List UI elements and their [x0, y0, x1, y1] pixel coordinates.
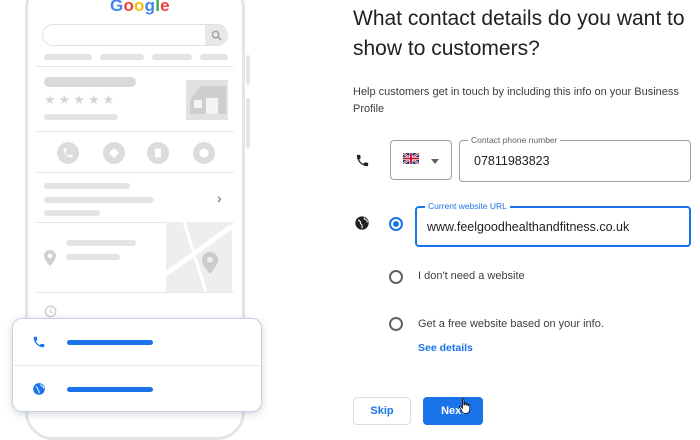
radio-free-website[interactable]: [389, 317, 403, 331]
divider: [36, 66, 234, 67]
dropdown-arrow-icon: [431, 151, 439, 169]
phone-side-button: [246, 98, 250, 148]
hand-cursor-icon: [459, 398, 471, 419]
storefront-icon: [186, 80, 228, 120]
placeholder-bar: [44, 54, 92, 60]
placeholder-bar: [44, 183, 130, 189]
globe-icon: [353, 214, 371, 232]
divider: [36, 172, 234, 173]
phone-number-value: 07811983823: [474, 154, 550, 168]
placeholder-title-bar: [44, 77, 136, 87]
google-logo: Google: [110, 0, 170, 15]
placeholder-bar: [67, 386, 153, 392]
phone-side-button: [246, 55, 250, 85]
placeholder-bar: [44, 210, 100, 216]
country-code-select[interactable]: [390, 140, 452, 180]
website-url-field[interactable]: Current website URL www.feelgoodhealthan…: [415, 200, 691, 247]
card-phone-row: [13, 319, 261, 365]
no-website-label[interactable]: I don't need a website: [418, 270, 525, 282]
placeholder-bar: [100, 54, 144, 60]
uk-flag-icon: [402, 151, 420, 169]
globe-icon: [31, 381, 47, 397]
placeholder-bar: [152, 54, 192, 60]
phone-icon: [57, 142, 79, 164]
placeholder-bar: [67, 339, 153, 345]
placeholder-bar: [66, 240, 136, 246]
website-url-value: www.feelgoodhealthandfitness.co.uk: [427, 219, 630, 234]
divider: [36, 131, 234, 132]
help-text: Help customers get in touch by including…: [353, 86, 679, 115]
placeholder-bar: [66, 254, 120, 260]
location-pin-icon: [44, 250, 56, 271]
radio-no-website[interactable]: [389, 270, 403, 284]
page-title: What contact details do you want to show…: [353, 7, 685, 60]
phone-icon: [31, 334, 47, 350]
radio-current-website[interactable]: [389, 217, 403, 231]
free-website-label[interactable]: Get a free website based on your info.: [418, 318, 604, 330]
mock-search-bar: [42, 24, 228, 46]
phone-icon: [353, 151, 371, 169]
website-icon: [193, 142, 215, 164]
contact-preview-card: [12, 318, 262, 412]
directions-icon: [103, 142, 125, 164]
placeholder-bar: [44, 114, 118, 120]
placeholder-bar: [200, 54, 228, 60]
search-icon: [205, 25, 227, 45]
divider: [36, 292, 234, 293]
phone-number-field[interactable]: Contact phone number 07811983823: [459, 134, 691, 182]
map-thumbnail: [166, 222, 232, 292]
rating-stars: ★★★★★: [44, 92, 118, 107]
see-details-link[interactable]: See details: [418, 342, 473, 354]
next-button[interactable]: Next: [423, 397, 483, 425]
placeholder-bar: [44, 197, 154, 203]
skip-button[interactable]: Skip: [353, 397, 411, 425]
chevron-right-icon: ›: [217, 190, 222, 206]
save-icon: [147, 142, 169, 164]
card-website-row: [13, 366, 261, 412]
